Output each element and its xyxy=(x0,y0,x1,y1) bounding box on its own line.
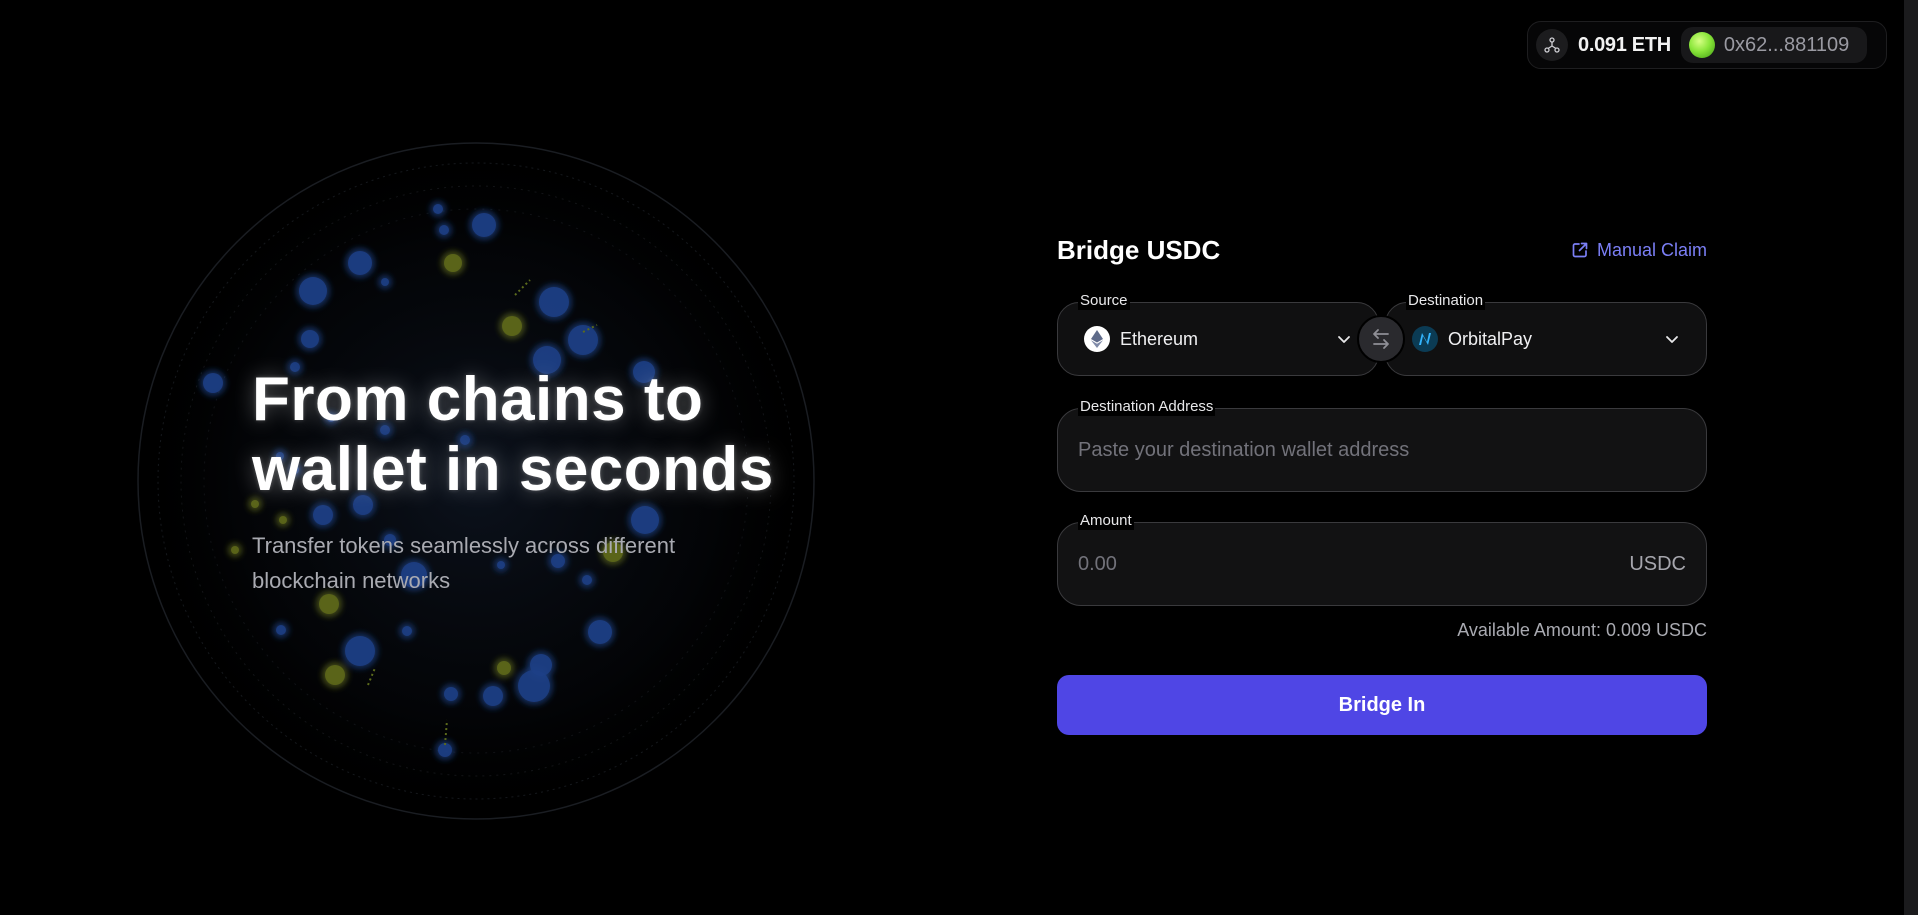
swap-arrows-icon xyxy=(1373,329,1389,349)
bridge-title: Bridge USDC xyxy=(1057,234,1221,265)
bridge-in-button[interactable]: Bridge In xyxy=(1057,675,1707,735)
destination-address-field[interactable]: Destination Address xyxy=(1057,398,1707,492)
bridge-header: Bridge USDC Manual Claim xyxy=(1057,232,1707,268)
destination-label: Destination xyxy=(1406,292,1486,310)
bridge-card: Bridge USDC Manual Claim Source Ethereum xyxy=(1057,232,1707,735)
wallet-address: 0x62...881109 xyxy=(1723,33,1850,56)
source-label: Source xyxy=(1078,292,1130,310)
amount-field[interactable]: Amount USDC xyxy=(1057,512,1707,606)
source-chain-select[interactable]: Source Ethereum xyxy=(1057,292,1379,376)
available-amount: Available Amount: 0.009 USDC xyxy=(1457,620,1707,640)
destination-address-input[interactable] xyxy=(1078,438,1686,462)
destination-chain-select[interactable]: Destination OrbitalPay xyxy=(1385,292,1707,376)
amount-input[interactable] xyxy=(1078,552,1630,576)
chevron-down-icon xyxy=(1666,336,1678,343)
scrollbar-track[interactable] xyxy=(1904,0,1918,915)
source-chain-name: Ethereum xyxy=(1120,328,1199,349)
chain-selectors: Source Ethereum Destination OrbitalPay xyxy=(1057,292,1707,376)
orbitalpay-icon xyxy=(1412,326,1438,352)
network-icon[interactable] xyxy=(1536,29,1568,61)
amount-label: Amount xyxy=(1078,512,1134,530)
destination-chain-name: OrbitalPay xyxy=(1448,328,1533,349)
wallet-balance: 0.091 ETH xyxy=(1578,33,1671,56)
ethereum-icon xyxy=(1084,326,1110,352)
account-button[interactable]: 0x62...881109 xyxy=(1680,27,1868,63)
swap-chains-button[interactable] xyxy=(1357,315,1405,363)
hero-title: From chains to wallet in seconds xyxy=(252,365,774,504)
manual-claim-link[interactable]: Manual Claim xyxy=(1571,240,1707,261)
destination-address-label: Destination Address xyxy=(1078,398,1216,416)
external-link-icon xyxy=(1572,242,1588,258)
avatar xyxy=(1688,32,1715,58)
amount-unit: USDC xyxy=(1629,552,1686,575)
manual-claim-label: Manual Claim xyxy=(1596,239,1707,260)
wallet-bar: 0.091 ETH 0x62...881109 xyxy=(1527,21,1887,69)
chevron-down-icon xyxy=(1338,336,1350,343)
hero-subtitle: Transfer tokens seamlessly across differ… xyxy=(252,533,676,593)
